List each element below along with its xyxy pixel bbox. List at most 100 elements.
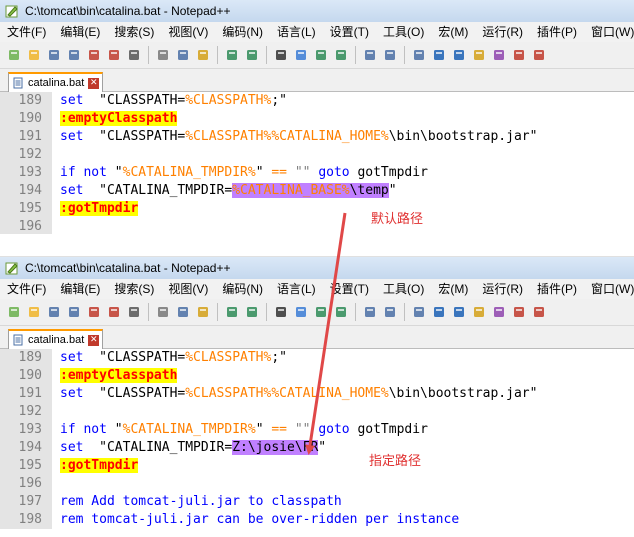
find-icon[interactable] [273,47,289,63]
indent-guide-icon[interactable] [451,47,467,63]
menu-item[interactable]: 编码(N) [215,279,270,299]
new-file-icon[interactable] [6,47,22,63]
copy-icon[interactable] [175,304,191,320]
close-file-icon[interactable] [86,47,102,63]
function-list-icon[interactable] [491,47,507,63]
tab-label: catalina.bat [28,334,85,346]
code-text: :emptyClasspath [52,367,178,385]
menu-item[interactable]: 运行(R) [475,279,530,299]
stop-record-icon[interactable] [531,47,547,63]
print-icon[interactable] [126,47,142,63]
zoom-in-icon[interactable] [313,47,329,63]
code-line: 194 set "CATALINA_TMPDIR=%CATALINA_BASE%\… [0,182,634,200]
cut-icon[interactable] [155,304,171,320]
menu-item[interactable]: 宏(M) [431,22,475,42]
cut-icon[interactable] [155,47,171,63]
menu-item[interactable]: 插件(P) [530,279,584,299]
menu-item[interactable]: 视图(V) [161,22,215,42]
code-editor[interactable]: 189 set "CLASSPATH=%CLASSPATH%;" 190:empty… [0,92,634,234]
paste-icon[interactable] [195,304,211,320]
toolbar-separator [217,303,218,321]
menu-item[interactable]: 编码(N) [215,22,270,42]
zoom-in-icon[interactable] [313,304,329,320]
show-all-chars-icon[interactable] [431,304,447,320]
title-bar: C:\tomcat\bin\catalina.bat - Notepad++ [0,257,634,279]
replace-icon[interactable] [293,304,309,320]
close-all-icon[interactable] [106,304,122,320]
find-icon[interactable] [273,304,289,320]
open-file-icon[interactable] [26,47,42,63]
menu-item[interactable]: 窗口(W) [584,279,634,299]
menu-item[interactable]: 语言(L) [270,22,323,42]
save-icon[interactable] [46,304,62,320]
sync-vertical-icon[interactable] [362,304,378,320]
code-editor[interactable]: 189 set "CLASSPATH=%CLASSPATH%;" 190:empty… [0,349,634,529]
show-all-chars-icon[interactable] [431,47,447,63]
close-file-icon[interactable] [86,304,102,320]
indent-guide-icon[interactable] [451,304,467,320]
line-number: 191 [0,385,52,403]
menu-item[interactable]: 窗口(W) [584,22,634,42]
menu-item[interactable]: 设置(T) [323,279,376,299]
menu-item[interactable]: 运行(R) [475,22,530,42]
tab-catalina-bat[interactable]: catalina.bat ✕ [8,329,104,349]
code-token: Z:\josie\FR [232,440,319,455]
menu-item[interactable]: 工具(O) [376,279,431,299]
toolbar-separator [355,46,356,64]
redo-icon[interactable] [244,47,260,63]
new-file-icon[interactable] [6,304,22,320]
word-wrap-icon[interactable] [411,47,427,63]
word-wrap-icon[interactable] [411,304,427,320]
code-token: \bin\bootstrap.jar" [388,386,538,401]
menu-item[interactable]: 插件(P) [530,22,584,42]
menu-item[interactable]: 编辑(E) [53,279,107,299]
menu-bar: 文件(F) 编辑(E) 搜索(S) 视图(V) 编码(N) 语言(L) 设置(T) 工具(O)… [0,279,634,299]
undo-icon[interactable] [224,304,240,320]
menu-item[interactable]: 文件(F) [0,22,53,42]
zoom-out-icon[interactable] [333,47,349,63]
code-token: set [60,183,84,198]
zoom-out-icon[interactable] [333,304,349,320]
code-line: 191 set "CLASSPATH=%CLASSPATH%%CATALINA_H… [0,385,634,403]
print-icon[interactable] [126,304,142,320]
menu-item[interactable]: 工具(O) [376,22,431,42]
line-number: 192 [0,403,52,421]
menu-item[interactable]: 文件(F) [0,279,53,299]
replace-icon[interactable] [293,47,309,63]
save-icon[interactable] [46,47,62,63]
menu-item[interactable]: 设置(T) [323,22,376,42]
close-all-icon[interactable] [106,47,122,63]
menu-item[interactable]: 搜索(S) [107,22,161,42]
code-line: 195:gotTmpdir [0,200,634,218]
record-macro-icon[interactable] [511,304,527,320]
menu-item[interactable]: 语言(L) [270,279,323,299]
tab-catalina-bat[interactable]: catalina.bat ✕ [8,72,104,92]
redo-icon[interactable] [244,304,260,320]
undo-icon[interactable] [224,47,240,63]
menu-item[interactable]: 宏(M) [431,279,475,299]
close-tab-icon[interactable]: ✕ [88,334,100,346]
record-macro-icon[interactable] [511,47,527,63]
menu-item[interactable]: 搜索(S) [107,279,161,299]
sync-horizontal-icon[interactable] [382,47,398,63]
code-token: \bin\bootstrap.jar" [388,129,538,144]
save-all-icon[interactable] [66,47,82,63]
save-all-icon[interactable] [66,304,82,320]
menu-item[interactable]: 视图(V) [161,279,215,299]
menu-item[interactable]: 编辑(E) [53,22,107,42]
code-text: set "CLASSPATH=%CLASSPATH%%CATALINA_HOME… [52,385,537,403]
folder-as-workspace-icon[interactable] [471,304,487,320]
close-tab-icon[interactable]: ✕ [88,77,100,89]
annotation-specified-path: 指定路径 [369,453,422,468]
copy-icon[interactable] [175,47,191,63]
function-list-icon[interactable] [491,304,507,320]
sync-vertical-icon[interactable] [362,47,378,63]
open-file-icon[interactable] [26,304,42,320]
sync-horizontal-icon[interactable] [382,304,398,320]
code-token: %CATALINA_TMPDIR% [122,422,256,437]
folder-as-workspace-icon[interactable] [471,47,487,63]
stop-record-icon[interactable] [531,304,547,320]
code-line: 197 rem Add tomcat-juli.jar to classpath [0,493,634,511]
paste-icon[interactable] [195,47,211,63]
